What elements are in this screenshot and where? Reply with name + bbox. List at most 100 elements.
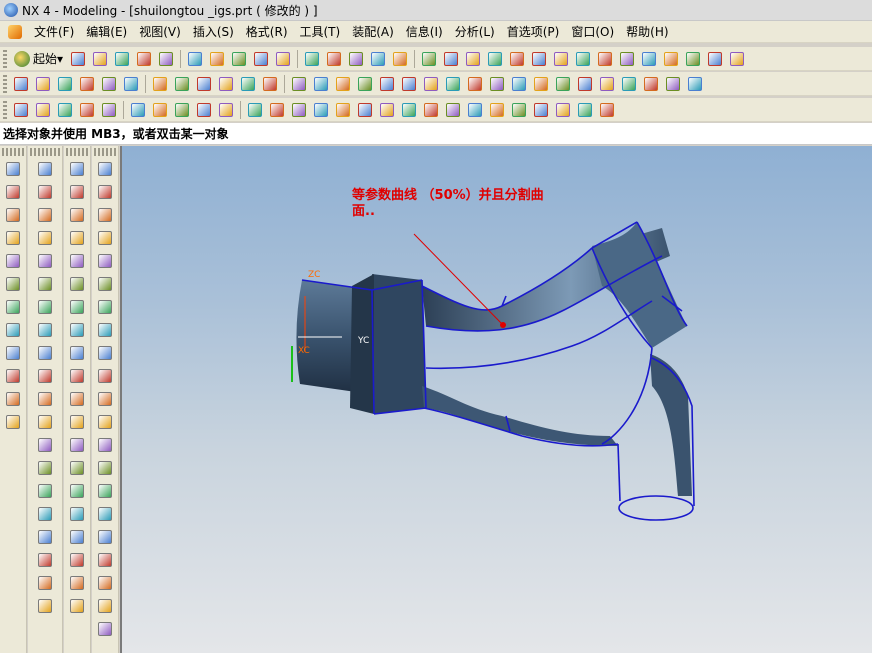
- shaded-button[interactable]: [390, 49, 410, 69]
- spline-curve-button[interactable]: [421, 100, 441, 120]
- menu-edit[interactable]: 编辑(E): [80, 23, 133, 40]
- palette-button[interactable]: [94, 227, 116, 248]
- palette-button[interactable]: [2, 342, 24, 363]
- sweep-button[interactable]: [216, 74, 236, 94]
- palette-button[interactable]: [94, 342, 116, 363]
- menu-file[interactable]: 文件(F): [28, 23, 80, 40]
- arc-button[interactable]: [33, 100, 53, 120]
- palette-button[interactable]: [66, 365, 88, 386]
- helix-button[interactable]: [194, 100, 214, 120]
- divide-curve-button[interactable]: [597, 100, 617, 120]
- palette-button[interactable]: [2, 227, 24, 248]
- graphics-window[interactable]: 等参数曲线 （50%）并且分割曲 面.. ZC XC YC: [120, 146, 872, 653]
- palette-button[interactable]: [94, 526, 116, 547]
- new-button[interactable]: [529, 49, 549, 69]
- curve-button[interactable]: [33, 74, 53, 94]
- rectangle-button[interactable]: [128, 100, 148, 120]
- palette-button[interactable]: [66, 296, 88, 317]
- collar-surface[interactable]: [372, 274, 426, 414]
- palette-button[interactable]: [66, 434, 88, 455]
- extrude-button[interactable]: [553, 74, 573, 94]
- blend-button[interactable]: [641, 74, 661, 94]
- rectangle-button[interactable]: [465, 100, 485, 120]
- palette-button[interactable]: [2, 204, 24, 225]
- snap-button[interactable]: [485, 49, 505, 69]
- palette-button[interactable]: [66, 342, 88, 363]
- trim-curve-button[interactable]: [575, 100, 595, 120]
- spline-button[interactable]: [55, 74, 75, 94]
- chamfer-button[interactable]: [289, 74, 309, 94]
- menu-window[interactable]: 窗口(O): [565, 23, 620, 40]
- analyze-button[interactable]: [311, 74, 331, 94]
- palette-button[interactable]: [34, 572, 56, 593]
- offset-button[interactable]: [465, 74, 485, 94]
- new-button[interactable]: [68, 49, 88, 69]
- extrude-button[interactable]: [172, 74, 192, 94]
- palette-button[interactable]: [34, 411, 56, 432]
- palette-button[interactable]: [94, 595, 116, 616]
- palette-button[interactable]: [94, 365, 116, 386]
- cut-button[interactable]: [595, 49, 615, 69]
- palette-button[interactable]: [66, 158, 88, 179]
- toolbar-grip[interactable]: [3, 49, 7, 68]
- palette-button[interactable]: [34, 434, 56, 455]
- cut-button[interactable]: [134, 49, 154, 69]
- palette-button[interactable]: [94, 204, 116, 225]
- palette-button[interactable]: [66, 227, 88, 248]
- chamfer-button[interactable]: [663, 74, 683, 94]
- join-button[interactable]: [289, 100, 309, 120]
- menu-insert[interactable]: 插入(S): [187, 23, 240, 40]
- lower-sweep-surface[interactable]: [422, 386, 618, 446]
- palette-button[interactable]: [2, 388, 24, 409]
- palette-button[interactable]: [66, 181, 88, 202]
- palette-button[interactable]: [34, 388, 56, 409]
- palette-button[interactable]: [66, 572, 88, 593]
- delete-button[interactable]: [661, 49, 681, 69]
- select-button[interactable]: [727, 49, 747, 69]
- sketch-button[interactable]: [11, 74, 31, 94]
- surface-button[interactable]: [619, 74, 639, 94]
- open-button[interactable]: [551, 49, 571, 69]
- pan-button[interactable]: [368, 49, 388, 69]
- select-mode-button[interactable]: [377, 74, 397, 94]
- menu-preferences[interactable]: 首选项(P): [501, 23, 566, 40]
- helix-button[interactable]: [531, 100, 551, 120]
- paste-button[interactable]: [185, 49, 205, 69]
- palette-button[interactable]: [94, 319, 116, 340]
- palette-button[interactable]: [66, 204, 88, 225]
- palette-button[interactable]: [66, 319, 88, 340]
- select-button[interactable]: [273, 49, 293, 69]
- ellipse-button[interactable]: [509, 100, 529, 120]
- palette-button[interactable]: [66, 388, 88, 409]
- undo-button[interactable]: [229, 49, 249, 69]
- curve-button[interactable]: [421, 74, 441, 94]
- palette-grip[interactable]: [66, 148, 88, 156]
- palette-button[interactable]: [34, 250, 56, 271]
- menu-tools[interactable]: 工具(T): [294, 23, 347, 40]
- fit-button[interactable]: [302, 49, 322, 69]
- palette-button[interactable]: [2, 158, 24, 179]
- palette-button[interactable]: [66, 411, 88, 432]
- palette-button[interactable]: [34, 319, 56, 340]
- analyze-button[interactable]: [685, 74, 705, 94]
- undo-button[interactable]: [683, 49, 703, 69]
- isoparametric-button[interactable]: [333, 100, 353, 120]
- palette-button[interactable]: [34, 549, 56, 570]
- palette-grip[interactable]: [2, 148, 24, 156]
- palette-button[interactable]: [66, 503, 88, 524]
- palette-button[interactable]: [94, 549, 116, 570]
- palette-button[interactable]: [66, 273, 88, 294]
- line-button[interactable]: [355, 100, 375, 120]
- toolbar-grip[interactable]: [3, 74, 7, 93]
- palette-button[interactable]: [94, 388, 116, 409]
- palette-button[interactable]: [2, 411, 24, 432]
- polygon-button[interactable]: [487, 100, 507, 120]
- zoom-button[interactable]: [324, 49, 344, 69]
- palette-button[interactable]: [94, 158, 116, 179]
- menu-format[interactable]: 格式(R): [240, 23, 294, 40]
- edit-button[interactable]: [251, 49, 271, 69]
- circle-button[interactable]: [55, 100, 75, 120]
- line-button[interactable]: [11, 100, 31, 120]
- wave-button[interactable]: [507, 49, 527, 69]
- palette-button[interactable]: [66, 595, 88, 616]
